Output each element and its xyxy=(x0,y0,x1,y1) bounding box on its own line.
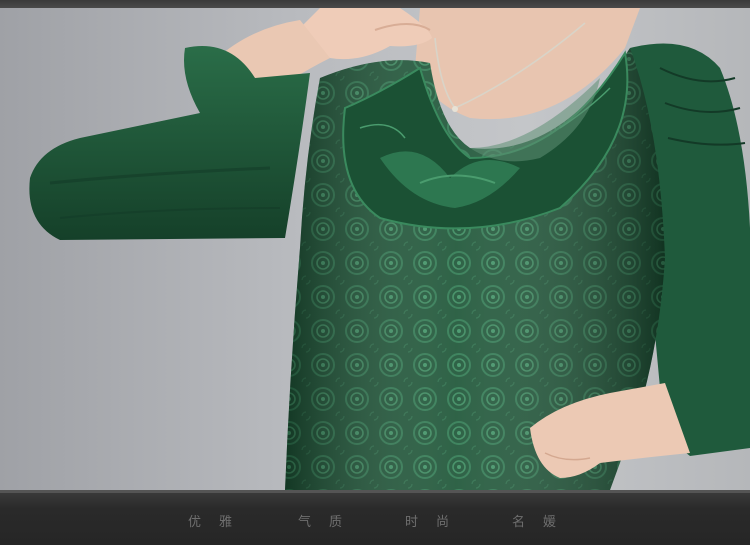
model-illustration xyxy=(29,8,750,490)
caption-band: 优雅 气质 时尚 名媛 xyxy=(0,490,750,545)
caption-word-socialite: 名媛 xyxy=(512,515,575,530)
caption-word-temperament: 气质 xyxy=(298,515,361,530)
top-border xyxy=(0,0,750,8)
caption-word-elegant: 优雅 xyxy=(188,515,251,530)
caption-word-fashion: 时尚 xyxy=(405,515,468,530)
product-photo xyxy=(0,8,750,490)
